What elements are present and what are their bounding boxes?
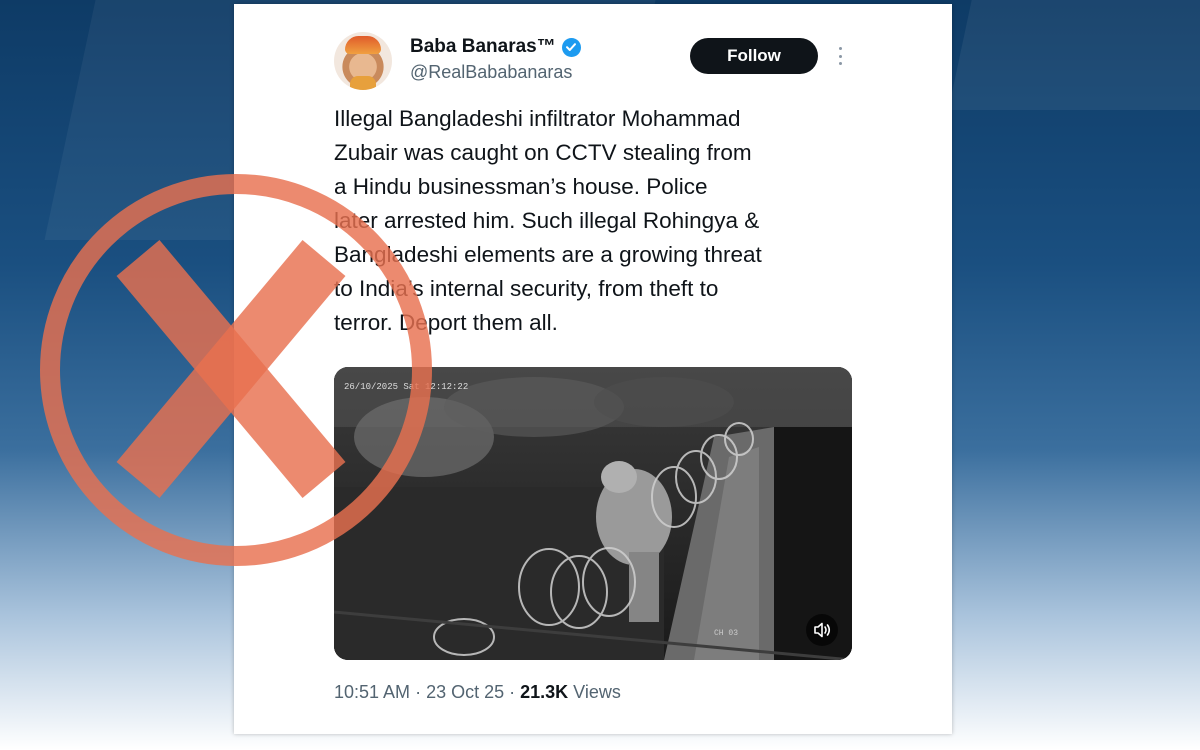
cctv-frame-image: 26/10/2025 Sat 12:12:22 CH 03 <box>334 367 852 660</box>
tweet-date[interactable]: 23 Oct 25 <box>426 682 504 702</box>
tweet-card: Baba Banaras™ @RealBababanaras Follow Il… <box>234 4 952 734</box>
author-name-row: Baba Banaras™ <box>410 36 581 58</box>
tweet-time[interactable]: 10:51 AM <box>334 682 410 702</box>
tweet-text-line: Bangladeshi elements are a growing threa… <box>334 242 762 267</box>
tweet-meta: 10:51 AM · 23 Oct 25 · 21.3K Views <box>334 682 621 703</box>
cctv-channel: CH 03 <box>714 629 738 638</box>
tweet-text-line: a Hindu businessman’s house. Police <box>334 174 708 199</box>
meta-separator: · <box>410 682 427 702</box>
tweet-text-line: later arrested him. Such illegal Rohingy… <box>334 208 760 233</box>
views-count[interactable]: 21.3K <box>520 682 568 702</box>
background-shape <box>948 0 1200 110</box>
tweet-text-line: Illegal Bangladeshi infiltrator Mohammad <box>334 106 741 131</box>
views-label: Views <box>573 682 621 702</box>
tweet-text: Illegal Bangladeshi infiltrator Mohammad… <box>334 102 864 340</box>
display-name[interactable]: Baba Banaras™ <box>410 36 556 58</box>
author-handle[interactable]: @RealBababanaras <box>410 62 572 83</box>
tweet-text-line: to India’s internal security, from theft… <box>334 276 719 301</box>
volume-icon[interactable] <box>806 614 838 646</box>
cctv-video[interactable]: 26/10/2025 Sat 12:12:22 CH 03 <box>334 367 852 660</box>
cctv-timestamp: 26/10/2025 Sat 12:12:22 <box>344 382 468 392</box>
verified-badge-icon <box>561 37 581 57</box>
more-options-icon[interactable] <box>832 44 848 68</box>
follow-button[interactable]: Follow <box>690 38 818 74</box>
meta-separator: · <box>504 682 521 702</box>
avatar[interactable] <box>334 32 392 90</box>
tweet-text-line: terror. Deport them all. <box>334 310 558 335</box>
tweet-text-line: Zubair was caught on CCTV stealing from <box>334 140 752 165</box>
